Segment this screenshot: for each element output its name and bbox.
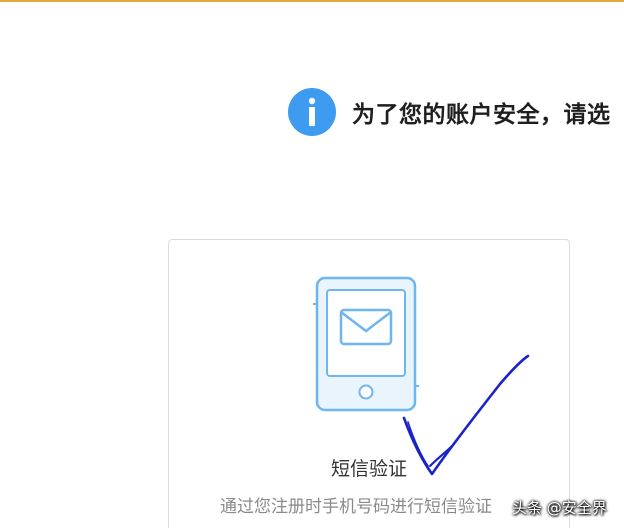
card-title: 短信验证	[330, 458, 407, 480]
verification-page: 为了您的账户安全，请选 短信验证 通过您注册时手机号码进行短信验证 头条 @安全…	[0, 0, 624, 528]
notice-text: 为了您的账户安全，请选	[352, 102, 611, 128]
info-icon	[288, 88, 336, 136]
top-rule	[0, 0, 624, 2]
phone-sms-icon	[313, 276, 419, 412]
card-description: 通过您注册时手机号码进行短信验证	[220, 497, 492, 517]
security-notice: 为了您的账户安全，请选	[288, 88, 611, 136]
watermark: 头条 @安全界	[512, 499, 607, 517]
